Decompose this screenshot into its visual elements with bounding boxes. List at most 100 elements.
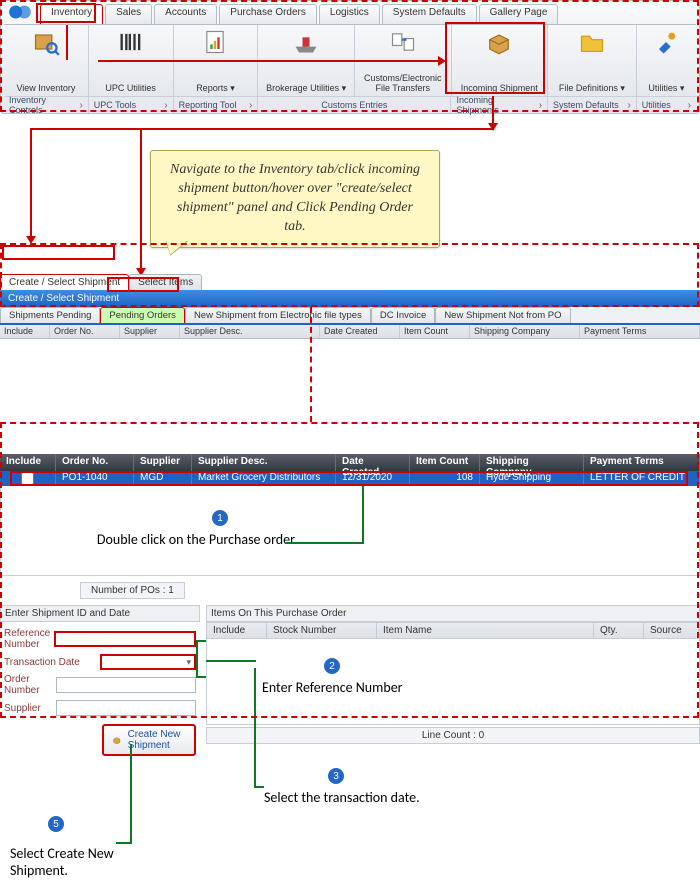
rg-incoming-shipment[interactable]: Incoming Shipment: [452, 25, 549, 96]
step3-line-h: [254, 786, 264, 788]
tab-system-defaults[interactable]: System Defaults: [382, 4, 477, 24]
tab-sales[interactable]: Sales: [105, 4, 152, 24]
step3-line-v: [254, 668, 256, 788]
tab-purchase-orders[interactable]: Purchase Orders: [219, 4, 317, 24]
gh-include: Include: [207, 623, 267, 638]
rg-label: View Inventory: [16, 84, 75, 94]
include-checkbox[interactable]: [21, 472, 34, 485]
panel-tab-select-items[interactable]: Select Items: [129, 274, 202, 290]
foot-inventory-controls[interactable]: Inventory Controls: [4, 97, 89, 113]
supplier-field: [56, 700, 196, 716]
ribbon-tabs: Inventory Sales Accounts Purchase Orders…: [40, 4, 696, 24]
rg-utilities[interactable]: Utilities ▾: [637, 25, 696, 96]
step5-line-v: [130, 744, 132, 844]
foot-reporting[interactable]: Reporting Tool: [174, 97, 259, 113]
th-orderno[interactable]: Order No.: [56, 454, 134, 471]
gh-stocknum: Stock Number: [267, 623, 377, 638]
subtab-shipments-pending[interactable]: Shipments Pending: [0, 307, 100, 323]
rg-upc-utilities[interactable]: UPC Utilities: [89, 25, 174, 96]
step-5-badge: 5: [48, 816, 64, 832]
subtab-pending-orders[interactable]: Pending Orders: [100, 307, 185, 323]
subtab-dc-invoice[interactable]: DC Invoice: [371, 307, 435, 323]
step-1-line-h: [286, 542, 364, 544]
td-suppdesc: Market Grocery Distributors: [192, 471, 336, 486]
th-include: Include: [0, 454, 56, 471]
th-date[interactable]: Date Created: [336, 454, 410, 471]
shipment-form-body: Reference Number Transaction Date Order …: [0, 622, 200, 762]
order-number-label: Order Number: [4, 674, 52, 696]
th-itemcount[interactable]: Item Count: [410, 454, 480, 471]
rg-file-definitions[interactable]: File Definitions ▾: [548, 25, 637, 96]
ps-h-shipco: Shipping Company: [470, 325, 580, 338]
box-plus-icon: [112, 733, 122, 747]
td-orderno: PO1-1040: [56, 471, 134, 486]
rg-label: Reports ▾: [196, 84, 235, 94]
td-date: 12/31/2020: [336, 471, 410, 486]
open-box-icon: [485, 29, 513, 55]
barcode-icon: [117, 29, 145, 55]
step2-connector: [206, 660, 256, 662]
create-new-shipment-button[interactable]: Create New Shipment: [102, 724, 196, 756]
annot-line-seg2: [30, 128, 494, 130]
ps-h-orderno: Order No.: [50, 325, 120, 338]
subtab-new-from-electronic[interactable]: New Shipment from Electronic file types: [185, 307, 371, 323]
step-3-text: Select the transaction date.: [264, 790, 420, 807]
gh-source: Source: [644, 623, 699, 638]
th-suppdesc[interactable]: Supplier Desc.: [192, 454, 336, 471]
rg-customs[interactable]: Customs/Electronic File Transfers: [355, 25, 452, 96]
ps-h-payterms: Payment Terms: [580, 325, 700, 338]
ps-h-date: Date Created: [320, 325, 400, 338]
tab-inventory[interactable]: Inventory: [40, 4, 103, 24]
panel-strip: Create / Select Shipment Select Items Cr…: [0, 274, 700, 339]
items-grid-title: Items On This Purchase Order: [206, 605, 700, 622]
rg-reports[interactable]: Reports ▾: [174, 25, 259, 96]
step-1-badge: 1: [212, 510, 228, 526]
panel-tab-create-select[interactable]: Create / Select Shipment: [0, 274, 129, 290]
rg-view-inventory[interactable]: View Inventory: [4, 25, 89, 96]
gh-qty: Qty.: [594, 623, 644, 638]
step-1-line-v: [362, 486, 364, 544]
rg-label: Incoming Shipment: [461, 84, 538, 94]
foot-system-defaults[interactable]: System Defaults: [548, 97, 637, 113]
td-include[interactable]: [0, 471, 56, 486]
foot-customs[interactable]: Customs Entries: [258, 97, 451, 113]
ref-number-input[interactable]: [54, 631, 196, 647]
shipment-form-title: Enter Shipment ID and Date: [0, 605, 200, 622]
panel-top-tabs: Create / Select Shipment Select Items: [0, 274, 700, 290]
rg-label: Brokerage Utilities ▾: [266, 84, 346, 94]
th-shipco[interactable]: Shipping Company: [480, 454, 584, 471]
transaction-date-label: Transaction Date: [4, 657, 96, 668]
panel-headers: Include Order No. Supplier Supplier Desc…: [0, 325, 700, 339]
ribbon-body: View Inventory UPC Utilities Reports ▾ B…: [4, 24, 696, 96]
po-table-row[interactable]: PO1-1040 MGD Market Grocery Distributors…: [0, 471, 700, 486]
ribbon-foot: Inventory Controls UPC Tools Reporting T…: [4, 96, 696, 113]
td-shipco: Hyde Shipping: [480, 471, 584, 486]
gh-itemname: Item Name: [377, 623, 594, 638]
td-supplier: MGD: [134, 471, 192, 486]
box-search-icon: [32, 29, 60, 55]
step-2-badge: 2: [324, 658, 340, 674]
tab-logistics[interactable]: Logistics: [319, 4, 380, 24]
transaction-date-input[interactable]: [100, 654, 196, 670]
tab-accounts[interactable]: Accounts: [154, 4, 217, 24]
rg-brokerage[interactable]: Brokerage Utilities ▾: [258, 25, 355, 96]
subtab-new-not-from-po[interactable]: New Shipment Not from PO: [435, 307, 570, 323]
foot-utilities[interactable]: Utilities: [637, 97, 696, 113]
th-supplier[interactable]: Supplier: [134, 454, 192, 471]
step-3-badge: 3: [328, 768, 344, 784]
instruction-callout: Navigate to the Inventory tab/click inco…: [150, 150, 440, 248]
create-btn-label: Create New Shipment: [128, 729, 186, 751]
foot-incoming-shipments[interactable]: Incoming Shipments: [451, 97, 548, 113]
th-payterms[interactable]: Payment Terms: [584, 454, 700, 471]
ps-h-count: Item Count: [400, 325, 470, 338]
bracket-inputs: [196, 640, 206, 678]
ps-h-supplier: Supplier: [120, 325, 180, 338]
supplier-label: Supplier: [4, 703, 52, 714]
po-table-header: Include Order No. Supplier Supplier Desc…: [0, 454, 700, 471]
step-2-text: Enter Reference Number: [262, 680, 403, 697]
order-number-field: [56, 677, 196, 693]
ps-h-suppdesc: Supplier Desc.: [180, 325, 320, 338]
ref-number-label: Reference Number: [4, 628, 50, 650]
foot-upc-tools[interactable]: UPC Tools: [89, 97, 174, 113]
tab-gallery[interactable]: Gallery Page: [479, 4, 559, 24]
